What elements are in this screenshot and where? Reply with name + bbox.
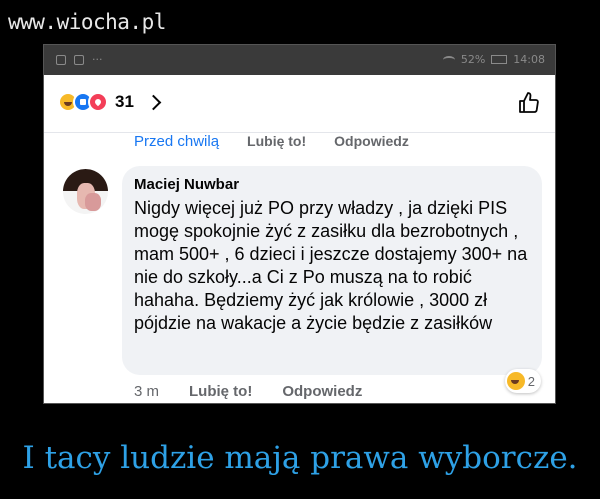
notification-icon	[56, 54, 66, 65]
comments-sheet: 31 Przed chwilą Lubię to! Odpowiedz Maci…	[44, 75, 555, 403]
like-link[interactable]: Lubię to!	[189, 383, 252, 400]
previous-comment-time: Przed chwilą	[134, 133, 220, 150]
comment-reactions[interactable]: 2	[504, 369, 541, 393]
thumbs-up-outline-icon[interactable]	[517, 91, 541, 115]
chevron-right-icon	[145, 94, 162, 110]
clock: 14:08	[513, 53, 545, 66]
avatar-hand	[85, 193, 101, 211]
previous-comment-actions: Przed chwilą Lubię to! Odpowiedz	[134, 133, 409, 150]
battery-icon	[491, 55, 508, 64]
comment-actions: 3 m Lubię to! Odpowiedz	[134, 383, 362, 400]
demotivator-caption: I tacy ludzie mają prawa wyborcze.	[22, 440, 578, 476]
battery-percent: 52%	[460, 53, 486, 66]
reactions-summary[interactable]: 31	[58, 92, 162, 112]
reactions-header: 31	[44, 75, 555, 133]
status-icons-left: ···	[56, 53, 103, 66]
reaction-count: 31	[115, 92, 134, 111]
facebook-screenshot: ··· 52% 14:08 31 Przed chwilą Lubię to!	[43, 44, 556, 404]
comment-text: Nigdy więcej już PO przy władzy , ja dzi…	[134, 198, 528, 333]
comment-author[interactable]: Maciej Nuwbar	[134, 176, 530, 193]
haha-reaction-icon	[506, 372, 525, 390]
avatar[interactable]	[63, 169, 108, 214]
more-notifications-icon: ···	[92, 53, 103, 66]
site-watermark: www.wiocha.pl	[8, 10, 166, 34]
love-reaction-icon	[88, 92, 108, 112]
comment-bubble: Maciej Nuwbar Nigdy więcej już PO przy w…	[122, 166, 542, 375]
previous-reply-link[interactable]: Odpowiedz	[334, 133, 409, 150]
wifi-icon	[442, 55, 455, 64]
gallery-icon	[74, 54, 84, 65]
comment-reaction-count: 2	[527, 373, 535, 389]
reply-link[interactable]: Odpowiedz	[282, 383, 362, 400]
previous-like-link[interactable]: Lubię to!	[247, 133, 306, 150]
status-bar: ··· 52% 14:08	[44, 45, 555, 75]
status-icons-right: 52% 14:08	[442, 53, 545, 66]
comment-time: 3 m	[134, 383, 160, 400]
